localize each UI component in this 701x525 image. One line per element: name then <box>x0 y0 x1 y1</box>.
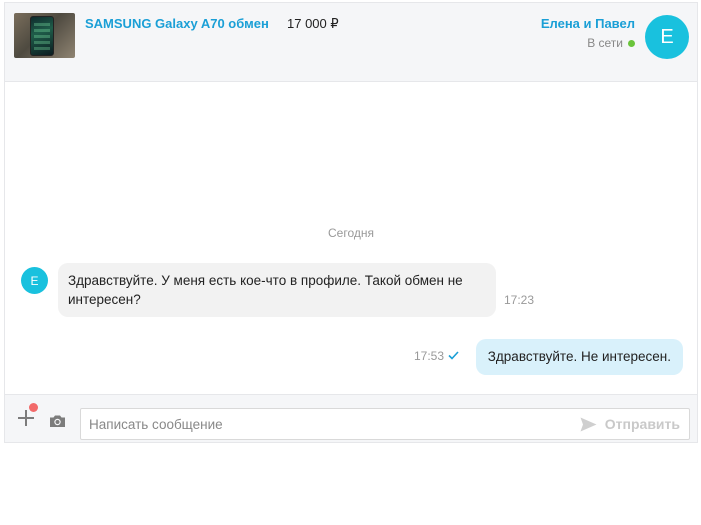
online-status: В сети <box>587 36 635 50</box>
online-status-label: В сети <box>587 36 623 50</box>
message-input-wrapper: Отправить <box>80 408 690 440</box>
chat-window: SAMSUNG Galaxy A70 обмен 17 000 ₽ Елена … <box>4 2 698 443</box>
outgoing-message-meta: 17:53 <box>414 349 459 363</box>
online-dot-icon <box>628 39 635 47</box>
check-icon <box>448 349 459 363</box>
incoming-message: Здравствуйте. У меня есть кое-что в проф… <box>58 263 496 317</box>
notification-dot-icon <box>29 403 38 412</box>
outgoing-message-time: 17:53 <box>414 349 445 363</box>
send-button[interactable]: Отправить <box>580 409 680 439</box>
user-name-link[interactable]: Елена и Павел <box>541 16 635 31</box>
chat-header: SAMSUNG Galaxy A70 обмен 17 000 ₽ Елена … <box>5 3 697 82</box>
send-button-label: Отправить <box>604 416 680 432</box>
item-title-link[interactable]: SAMSUNG Galaxy A70 обмен <box>85 16 269 31</box>
message-avatar: Е <box>21 267 48 294</box>
phone-image <box>30 16 54 56</box>
item-thumbnail[interactable] <box>14 13 75 58</box>
message-input[interactable] <box>81 409 561 439</box>
outgoing-message: Здравствуйте. Не интересен. <box>475 339 683 375</box>
message-composer: Отправить <box>5 394 697 442</box>
send-icon <box>580 417 597 431</box>
camera-icon[interactable] <box>49 414 66 433</box>
user-avatar[interactable]: Е <box>645 15 689 59</box>
date-separator: Сегодня <box>328 226 374 240</box>
item-price: 17 000 ₽ <box>287 16 339 31</box>
incoming-message-time: 17:23 <box>504 293 535 307</box>
